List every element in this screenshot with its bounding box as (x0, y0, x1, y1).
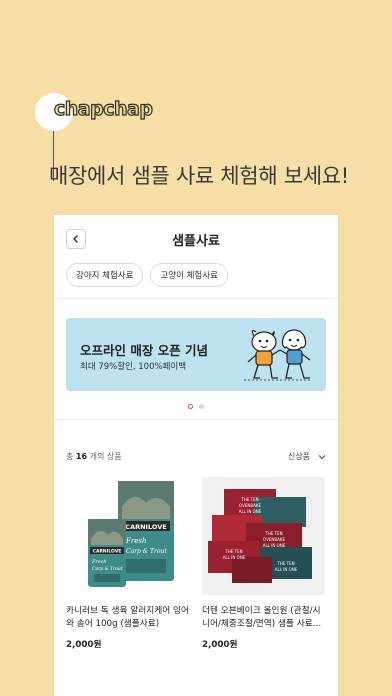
sort-label: 신상품 (287, 452, 310, 461)
count-suffix: 개의 상품 (87, 452, 122, 461)
product-name: 더텐 오븐베이크 올인원 (관절/시니어/체중조절/면역) 샘플 사료… (202, 606, 322, 629)
svg-text:ALL IN ONE: ALL IN ONE (223, 555, 246, 560)
product-image: CARNILOVE Fresh Carp & Trout CARNILOVE F… (66, 477, 189, 595)
product-card[interactable]: CARNILOVE Fresh Carp & Trout CARNILOVE F… (66, 477, 189, 650)
svg-text:THE TEN: THE TEN (276, 561, 294, 566)
svg-text:ALL IN ONE: ALL IN ONE (263, 543, 286, 548)
divider (54, 298, 338, 299)
promo-headline: 매장에서 샘플 사료 체험해 보세요! (49, 164, 349, 188)
svg-text:THE TEN: THE TEN (264, 531, 282, 536)
bag-brand-text: CARNILOVE (125, 523, 166, 531)
svg-text:CARNILOVE: CARNILOVE (93, 549, 122, 555)
product-card[interactable]: THE TEN OVENBAKE ALL IN ONE THE TEN OVEN… (202, 477, 325, 650)
svg-text:OVENBAKE: OVENBAKE (263, 537, 285, 542)
carousel-dot-active[interactable] (188, 404, 193, 409)
svg-text:ALL IN ONE: ALL IN ONE (239, 509, 262, 514)
svg-text:THE TEN: THE TEN (240, 497, 258, 502)
mascot-illustration (244, 329, 312, 381)
carnilove-package-illustration: CARNILOVE Fresh Carp & Trout CARNILOVE F… (88, 481, 174, 587)
page-title: 샘플사료 (172, 234, 220, 249)
list-header: 총 16 개의 상품 신상품 (66, 451, 326, 463)
product-name: 카니러브 독 생육 알러지케어 잉어와 송어 100g (샘플사료) (66, 606, 189, 629)
product-count: 총 16 개의 상품 (66, 451, 122, 462)
theten-package-illustration: THE TEN OVENBAKE ALL IN ONE THE TEN OVEN… (202, 477, 325, 595)
divider (54, 419, 338, 420)
svg-text:ALL IN ONE: ALL IN ONE (275, 567, 298, 572)
promo-banner[interactable]: 오프라인 매장 오픈 기념 최대 79%할인, 100%페이백 (66, 318, 326, 391)
product-price: 2,000원 (202, 640, 238, 650)
product-price: 2,000원 (66, 640, 102, 650)
banner-title: 오프라인 매장 오픈 기념 (80, 343, 209, 358)
svg-text:Fresh: Fresh (91, 559, 107, 565)
count-prefix: 총 (66, 452, 76, 461)
svg-text:Fresh: Fresh (125, 537, 146, 545)
carousel-indicator (54, 404, 338, 409)
carousel-dot[interactable] (199, 404, 204, 409)
category-chips: 강아지 체험사료 고양이 체험사료 (66, 263, 228, 287)
chip-cat-sample[interactable]: 고양이 체험사료 (150, 263, 228, 287)
svg-text:Carp & Trout: Carp & Trout (92, 566, 123, 572)
product-grid: CARNILOVE Fresh Carp & Trout CARNILOVE F… (66, 477, 325, 650)
chevron-down-icon (318, 454, 326, 459)
svg-text:Carp & Trout: Carp & Trout (126, 548, 167, 555)
count-value: 16 (75, 452, 88, 461)
svg-text:THE TEN: THE TEN (224, 549, 242, 554)
top-bar: 샘플사료 (54, 215, 338, 263)
svg-text:OVENBAKE: OVENBAKE (239, 503, 261, 508)
banner-subtitle: 최대 79%할인, 100%페이백 (80, 362, 187, 372)
app-screen: 샘플사료 강아지 체험사료 고양이 체험사료 오프라인 매장 오픈 기념 최대 … (54, 215, 338, 696)
brand-logo: chapchap (53, 97, 153, 120)
sort-dropdown[interactable]: 신상품 (288, 451, 326, 462)
promo-area: chapchap 매장에서 샘플 사료 체험해 보세요! (0, 0, 392, 215)
chip-dog-sample[interactable]: 강아지 체험사료 (66, 263, 144, 287)
product-image: THE TEN OVENBAKE ALL IN ONE THE TEN OVEN… (202, 477, 325, 595)
